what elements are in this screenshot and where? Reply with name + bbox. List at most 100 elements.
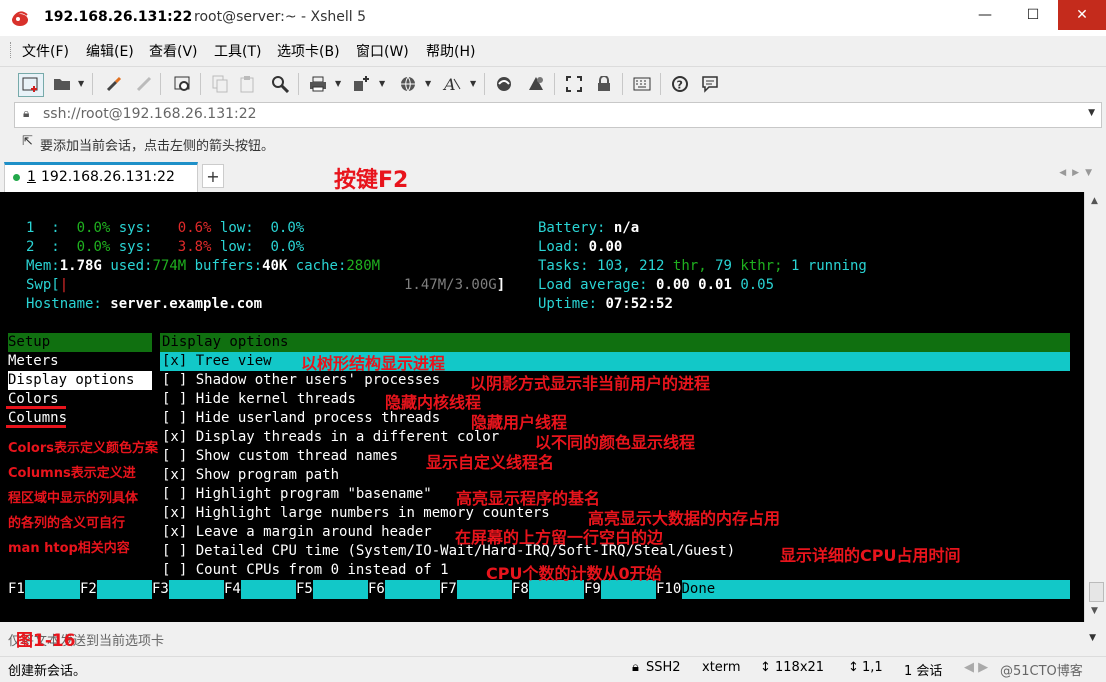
find-icon[interactable]	[268, 73, 292, 95]
annotation-tree: 以树形结构显示进程	[301, 354, 446, 373]
option-checkbox[interactable]: [x]	[162, 505, 187, 521]
menu-view[interactable]: 查看(V)	[149, 41, 198, 61]
address-input[interactable]: ssh://root@192.168.26.131:22	[43, 106, 257, 122]
chat-icon[interactable]	[698, 73, 722, 95]
fkey-label[interactable]: F2	[80, 580, 97, 599]
menu-edit[interactable]: 编辑(E)	[86, 41, 134, 61]
properties-icon[interactable]	[170, 73, 194, 95]
option-selected-bar	[160, 352, 1070, 371]
display-option-row[interactable]: [x] Tree view	[162, 352, 272, 371]
scroll-up-icon[interactable]: ▲	[1091, 196, 1098, 206]
setup-item-display-options[interactable]: Display options	[8, 371, 134, 390]
font-icon[interactable]: A	[440, 73, 464, 95]
tab-nav-arrows[interactable]: ◀▶▼	[1059, 168, 1098, 178]
annotation-cputime: 显示详细的CPU占用时间	[780, 546, 961, 565]
fkey-action[interactable]: Done	[681, 580, 1070, 599]
fkey-action[interactable]	[241, 580, 296, 599]
new-session-icon[interactable]	[18, 73, 44, 97]
lock-icon[interactable]	[592, 73, 616, 95]
display-option-row[interactable]: [x] Display threads in a different color	[162, 428, 499, 447]
xftp-icon[interactable]	[492, 73, 516, 95]
window-title: root@server:~ - Xshell 5	[194, 9, 367, 25]
load-meter: Load: 0.00	[538, 239, 623, 255]
option-label: Highlight program "basename"	[195, 486, 432, 502]
cpu2-meter: 2 : 0.0% sys: 3.8% low: 0.0%	[26, 239, 305, 255]
chevron-down-icon[interactable]: ▼	[425, 79, 431, 88]
display-option-row[interactable]: [ ] Show custom thread names	[162, 447, 398, 466]
display-option-row[interactable]: [x] Show program path	[162, 466, 339, 485]
terminal-scrollbar[interactable]: ▲ ▼	[1084, 192, 1106, 622]
display-option-row[interactable]: [ ] Count CPUs from 0 instead of 1	[162, 561, 449, 580]
fkey-action[interactable]	[385, 580, 440, 599]
fkey-label[interactable]: F5	[296, 580, 313, 599]
fkey-label[interactable]: F7	[440, 580, 457, 599]
fkey-action[interactable]	[169, 580, 224, 599]
paste-icon[interactable]	[236, 73, 260, 95]
maximize-button[interactable]: ☐	[1010, 0, 1056, 30]
transfer-icon[interactable]	[350, 73, 374, 95]
setup-item-meters[interactable]: Meters	[8, 352, 59, 371]
option-checkbox[interactable]: [ ]	[162, 486, 187, 502]
chevron-down-icon[interactable]: ▼	[1089, 633, 1096, 643]
menu-tabs[interactable]: 选项卡(B)	[277, 41, 340, 61]
tab-session-1[interactable]: 1 192.168.26.131:22	[4, 162, 198, 192]
fkey-label[interactable]: F3	[152, 580, 169, 599]
option-checkbox[interactable]: [ ]	[162, 410, 187, 426]
status-size: 118x21	[775, 660, 825, 675]
status-position: 1,1	[862, 660, 883, 675]
menu-file[interactable]: 文件(F)	[22, 41, 69, 61]
fkey-action[interactable]	[25, 580, 80, 599]
menu-window[interactable]: 窗口(W)	[356, 41, 409, 61]
help-icon[interactable]: ?	[668, 73, 692, 95]
option-checkbox[interactable]: [ ]	[162, 391, 187, 407]
keyboard-icon[interactable]	[630, 73, 654, 95]
close-button[interactable]: ✕	[1058, 0, 1106, 30]
fkey-action[interactable]	[313, 580, 368, 599]
fkey-label[interactable]: F4	[224, 580, 241, 599]
compose-bar[interactable]: 仅将文本发送到当前选项卡 ▼	[0, 622, 1106, 654]
status-sessions: 1 会话	[904, 664, 943, 679]
arrow-icon[interactable]: ⇱	[22, 134, 33, 149]
address-bar[interactable]: 🔒︎ ssh://root@192.168.26.131:22 ▼	[14, 102, 1102, 128]
status-nav-icons[interactable]: ◀ ▶	[964, 660, 988, 675]
menu-help[interactable]: 帮助(H)	[426, 41, 475, 61]
session-hint-bar: ⇱ 要添加当前会话，点击左侧的箭头按钮。	[0, 130, 1106, 156]
display-option-row[interactable]: [ ] Hide kernel threads	[162, 390, 356, 409]
xmanager-icon[interactable]	[524, 73, 548, 95]
option-checkbox[interactable]: [x]	[162, 524, 187, 540]
display-option-row[interactable]: [x] Leave a margin around header	[162, 523, 432, 542]
option-checkbox[interactable]: [ ]	[162, 543, 187, 559]
fkey-label[interactable]: F1	[8, 580, 25, 599]
status-bar: 创建新会话。 🔒︎ SSH2 xterm ↕ 118x21 ↕ 1,1 1 会话…	[0, 656, 1106, 682]
option-checkbox[interactable]: [ ]	[162, 562, 187, 578]
chevron-down-icon[interactable]: ▼	[470, 79, 476, 88]
copy-icon[interactable]	[208, 73, 232, 95]
option-checkbox[interactable]: [x]	[162, 429, 187, 445]
fkey-action[interactable]	[97, 580, 152, 599]
fullscreen-icon[interactable]	[562, 73, 586, 95]
print-icon[interactable]	[306, 73, 330, 95]
add-tab-button[interactable]: +	[202, 164, 224, 188]
tab-bar: 1 192.168.26.131:22 + ◀▶▼	[0, 158, 1106, 192]
option-checkbox[interactable]: [ ]	[162, 448, 187, 464]
option-checkbox[interactable]: [ ]	[162, 372, 187, 388]
reconnect-icon[interactable]	[102, 73, 126, 95]
display-option-row[interactable]: [ ] Highlight program "basename"	[162, 485, 432, 504]
scroll-down-icon[interactable]: ▼	[1091, 606, 1098, 616]
option-checkbox[interactable]: [x]	[162, 467, 187, 483]
chevron-down-icon[interactable]: ▼	[1088, 108, 1095, 118]
disconnect-icon[interactable]	[132, 73, 156, 95]
scroll-thumb[interactable]	[1089, 582, 1104, 602]
option-checkbox[interactable]: [x]	[162, 353, 187, 369]
lock-icon: 🔒︎	[23, 106, 30, 120]
open-folder-icon[interactable]	[50, 73, 74, 95]
chevron-down-icon[interactable]: ▼	[78, 79, 84, 88]
chevron-down-icon[interactable]: ▼	[335, 79, 341, 88]
chevron-down-icon[interactable]: ▼	[379, 79, 385, 88]
window-title-host: 192.168.26.131:22	[44, 9, 193, 25]
toolbar-separator	[160, 73, 161, 95]
globe-icon[interactable]	[396, 73, 420, 95]
minimize-button[interactable]: —	[962, 0, 1008, 30]
fkey-label[interactable]: F6	[368, 580, 385, 599]
menu-tools[interactable]: 工具(T)	[214, 41, 261, 61]
